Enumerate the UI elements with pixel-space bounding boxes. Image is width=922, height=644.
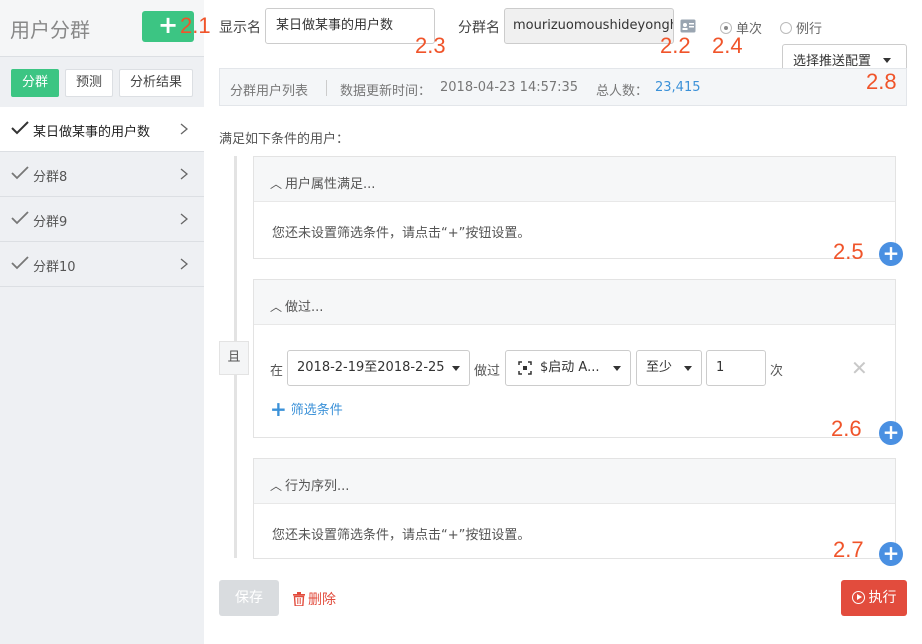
group-list-item[interactable]: 某日做某事的用户数 [0,107,204,152]
group-list: 某日做某事的用户数 分群8 分群9 分群10 [0,107,204,287]
annotation-2-7: 2.7 [833,537,864,562]
did-label: 做过 [474,364,501,379]
group-name-label: 分群名 [458,20,500,36]
sequence-card: 行为序列... 您还未设置筛选条件，请点击“+”按钮设置。 [253,458,896,559]
group-list-item[interactable]: 分群8 [0,152,204,197]
total-label: 总人数： [596,84,649,99]
chevron-right-icon [180,123,188,135]
display-name-input[interactable]: 某日做某事的用户数 [265,8,435,44]
sequence-title: 行为序列... [270,475,349,494]
did-event-header[interactable]: 做过... [254,280,895,325]
conditions-title: 满足如下条件的用户： [219,132,350,147]
at-least-select[interactable]: 至少 [636,350,702,386]
run-button[interactable]: 执行 [841,580,907,616]
event-value: $启动 A... [540,360,600,375]
event-icon [518,361,532,375]
date-range-picker[interactable]: 2018-2-19至2018-2-25 [287,350,470,386]
annotation-2-4: 2.4 [712,33,743,58]
check-icon [11,166,29,180]
empty-hint: 您还未设置筛选条件，请点击“+”按钮设置。 [272,528,531,543]
add-filter-label: 筛选条件 [290,403,343,418]
caret-down-icon [684,366,692,371]
date-range-value: 2018-2-19至2018-2-25 [297,360,445,375]
annotation-2-5: 2.5 [833,239,864,264]
check-icon [11,211,29,225]
divider [326,80,327,96]
user-list-link[interactable]: 分群用户列表 [230,80,308,99]
run-label: 执行 [868,590,897,606]
empty-hint: 您还未设置筛选条件，请点击“+”按钮设置。 [272,226,531,241]
and-operator[interactable]: 且 [219,341,249,375]
chevron-right-icon [180,168,188,180]
delete-button[interactable]: 删除 [293,589,336,609]
count-input[interactable]: 1 [706,350,766,386]
event-select[interactable]: $启动 A... [505,350,631,386]
trash-icon [293,592,305,607]
caret-down-icon [883,58,892,63]
in-label: 在 [270,364,284,379]
group-name-input[interactable]: mourizuomoushideyongh [504,8,674,44]
sidebar-tabs: 分群 预测 分析结果 [11,69,194,97]
sidebar: 用户分群 + 分群 预测 分析结果 某日做某事的用户数 分群8 分群9 分群10 [0,0,204,644]
add-filter-button[interactable]: + 筛选条件 [270,397,343,421]
chevron-right-icon [180,258,188,270]
radio-dot-icon [780,22,792,34]
group-info-bar: 分群用户列表 数据更新时间： 2018-04-23 14:57:35 总人数： … [219,68,907,106]
sidebar-header: 用户分群 + [0,0,204,57]
check-icon [11,121,29,135]
check-icon [11,256,29,270]
remove-condition-icon[interactable]: ✕ [851,356,868,380]
sidebar-title: 用户分群 [10,18,90,42]
id-card-icon[interactable] [680,19,696,33]
push-config-label: 选择推送配置 [793,54,872,69]
annotation-2-1: 2.1 [180,13,211,38]
group-list-item[interactable]: 分群9 [0,197,204,242]
update-time-value: 2018-04-23 14:57:35 [440,80,579,95]
caret-down-icon [613,366,621,371]
plus-icon: + [270,397,287,421]
update-time-label: 数据更新时间： [340,84,432,99]
play-circle-icon [851,591,865,604]
add-sequence-button[interactable]: + [879,542,903,566]
annotation-2-6: 2.6 [831,416,862,441]
annotation-2-8: 2.8 [866,69,897,94]
tab-groups[interactable]: 分群 [11,69,60,97]
sequence-header[interactable]: 行为序列... [254,459,895,504]
group-list-item-label: 分群8 [33,170,68,185]
group-list-item-label: 分群10 [33,260,76,275]
radio-routine[interactable]: 例行 [780,18,822,37]
save-button[interactable]: 保存 [219,580,279,616]
radio-routine-label: 例行 [796,22,823,37]
add-user-attribute-button[interactable]: + [879,242,903,266]
group-list-item-label: 某日做某事的用户数 [33,125,151,140]
chevron-right-icon [180,213,188,225]
group-list-item[interactable]: 分群10 [0,242,204,287]
tab-predict[interactable]: 预测 [65,69,114,97]
caret-down-icon [452,366,460,371]
annotation-2-2: 2.2 [660,33,691,58]
delete-label: 删除 [308,592,336,608]
total-value[interactable]: 23,415 [655,80,701,95]
group-list-item-label: 分群9 [33,215,68,230]
annotation-2-3: 2.3 [415,33,446,58]
times-label: 次 [770,364,784,379]
at-least-value: 至少 [646,360,673,375]
did-event-title: 做过... [270,296,323,315]
display-name-label: 显示名 [219,20,261,36]
user-attribute-header[interactable]: 用户属性满足... [254,157,895,202]
tab-analysis-results[interactable]: 分析结果 [119,69,194,97]
user-attribute-title: 用户属性满足... [270,173,375,192]
add-did-event-button[interactable]: + [879,421,903,445]
user-attribute-card: 用户属性满足... 您还未设置筛选条件，请点击“+”按钮设置。 [253,156,896,259]
